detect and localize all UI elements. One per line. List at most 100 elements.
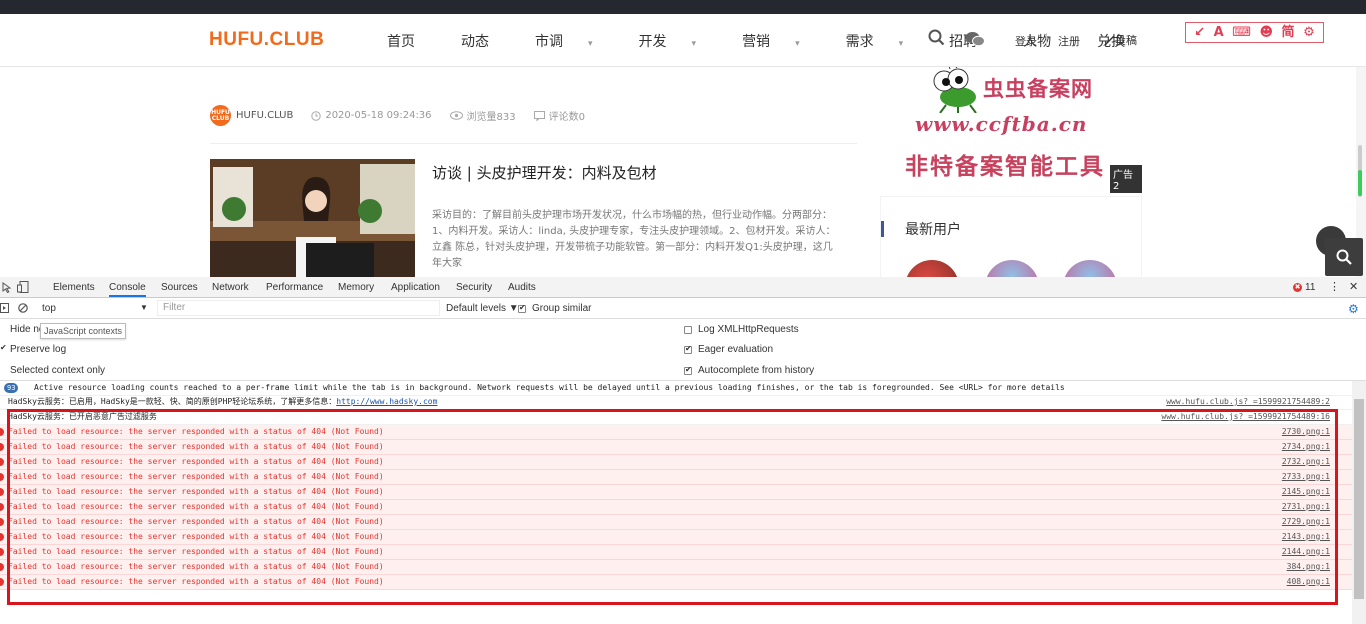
screen: HUFU.CLUB 首页 动态 市调 ▾ 开发 ▾ 营销 ▾ 需求 ▾ 招聘 人物 兑换 登录 注册 投… — [0, 0, 1366, 624]
chevron-down-icon: ▾ — [795, 39, 800, 49]
site-header: HUFU.CLUB 首页 动态 市调 ▾ 开发 ▾ 营销 ▾ 需求 ▾ 招聘 人物 兑换 登录 注册 投… — [0, 14, 1366, 67]
checkbox[interactable] — [684, 325, 692, 334]
tab-security[interactable]: Security — [456, 282, 492, 293]
error-counter[interactable]: ✖ 11 — [1293, 282, 1315, 293]
error-icon — [0, 533, 4, 541]
tab-audits[interactable]: Audits — [508, 282, 536, 293]
views-item: 浏览量833 — [449, 108, 516, 123]
option-label: Log XMLHttpRequests — [698, 324, 799, 335]
tab-memory[interactable]: Memory — [338, 282, 374, 293]
tab-application[interactable]: Application — [391, 282, 440, 293]
inspect-icon[interactable] — [2, 282, 12, 293]
float-search-button[interactable] — [1325, 238, 1363, 276]
login-link[interactable]: 登录 — [1015, 33, 1037, 49]
ad-badge: 广告2 — [1110, 165, 1142, 193]
menu-item[interactable]: 首页 — [387, 31, 438, 51]
sidebar-toggle-icon[interactable] — [0, 303, 9, 313]
article-thumbnail[interactable] — [210, 159, 415, 277]
simplified-tool[interactable]: 简 — [1282, 26, 1295, 39]
menu-item[interactable]: 市调 ▾ — [535, 31, 616, 51]
new-users-widget: 最新用户 — [880, 196, 1142, 314]
article-title[interactable]: 访谈 | 头皮护理开发：内料及包材 — [432, 162, 657, 183]
console-option[interactable]: Eager evaluation — [684, 344, 773, 355]
menu-item-label: 市调 — [535, 34, 563, 50]
error-icon — [0, 518, 4, 526]
author-name[interactable]: HUFU.CLUB — [236, 110, 293, 121]
tab-performance[interactable]: Performance — [266, 282, 323, 293]
gear-icon[interactable]: ⚙ — [1348, 302, 1359, 316]
clock-icon — [311, 110, 322, 121]
tab-network[interactable]: Network — [212, 282, 249, 293]
font-tool[interactable]: A — [1214, 26, 1224, 39]
menu-item[interactable]: 需求 ▾ — [846, 31, 927, 51]
console-option[interactable]: Selected context only — [0, 365, 105, 376]
register-link[interactable]: 注册 — [1058, 33, 1080, 49]
console-scroll-thumb[interactable] — [1354, 399, 1364, 599]
option-label: Eager evaluation — [698, 344, 774, 355]
comments-item: 评论数0 — [533, 108, 586, 123]
checkbox[interactable] — [518, 303, 526, 313]
ad-slogan: 非特备案智能工具 — [905, 154, 1105, 180]
console-toolbar: top ▼ Filter Default levels ▼ Group simi… — [0, 298, 1366, 319]
console-log-row: HadSky云服务：已启用，HadSky是一款轻、快、简的原创PHP轻论坛系统，… — [0, 395, 1352, 410]
comment-icon — [533, 110, 545, 121]
tooltip: JavaScript contexts — [40, 323, 127, 339]
menu-item[interactable]: 营销 ▾ — [742, 31, 823, 51]
filter-input[interactable]: Filter — [157, 300, 440, 316]
publish-date: 2020-05-18 09:24:36 — [325, 110, 432, 121]
close-icon[interactable]: ✕ — [1349, 280, 1358, 293]
date-item: 2020-05-18 09:24:36 — [311, 110, 432, 121]
emoji-icon[interactable]: ☻ — [1259, 26, 1273, 39]
tab-elements[interactable]: Elements — [53, 282, 95, 293]
checkbox[interactable] — [0, 366, 4, 375]
author-avatar[interactable]: HUFU CLUB — [210, 105, 231, 126]
console-option[interactable]: Log XMLHttpRequests — [684, 324, 799, 335]
menu-item-label: 首页 — [387, 34, 415, 50]
console-settings: Selected context onlyPreserve logHide ne… — [0, 319, 1366, 381]
search-icon[interactable] — [928, 29, 945, 50]
repeat-count-badge: 93 — [4, 383, 19, 393]
clear-console-icon[interactable] — [18, 303, 28, 313]
group-similar-option[interactable]: Group similar — [518, 303, 591, 314]
chevron-down-icon[interactable]: ▼ — [140, 303, 148, 312]
log-levels-dropdown[interactable]: Default levels ▼ — [446, 303, 519, 314]
site-logo[interactable]: HUFU.CLUB — [209, 29, 324, 51]
error-icon — [0, 473, 4, 481]
quill-icon — [1103, 35, 1114, 46]
console-option[interactable]: Preserve log — [0, 343, 66, 355]
checkbox[interactable] — [684, 344, 692, 354]
tab-console[interactable]: Console — [109, 282, 146, 297]
settings-icon[interactable]: ⚙ — [1303, 26, 1315, 39]
checkbox[interactable] — [0, 343, 7, 354]
checkbox[interactable] — [0, 325, 4, 334]
menu-item-label: 营销 — [742, 34, 771, 50]
chevron-down-icon: ▾ — [898, 39, 904, 49]
option-label: Group similar — [532, 303, 592, 314]
keyboard-icon[interactable]: ⌨ — [1232, 26, 1251, 39]
message-link[interactable]: http://www.hadsky.com — [336, 397, 437, 406]
ad-banner[interactable]: 虫虫备案网 www.ccftba.cn 非特备案智能工具 广告2 — [880, 67, 1142, 193]
chevron-down-icon: ▾ — [588, 39, 593, 49]
more-menu-icon[interactable]: ⋮ — [1329, 280, 1340, 293]
meta-divider — [210, 143, 857, 144]
device-toolbar-icon[interactable] — [17, 281, 29, 293]
console-message-text: Active resource loading counts reached t… — [34, 383, 1065, 392]
wechat-icon[interactable] — [965, 31, 985, 51]
menu-item-label: 需求 — [845, 34, 874, 50]
nav-divider — [1046, 33, 1047, 46]
source-link[interactable]: www.hufu.club.js?_=1599921754489:2 — [1166, 395, 1330, 409]
post-link[interactable]: 投稿 — [1102, 32, 1137, 48]
menu-item[interactable]: 动态 — [461, 31, 512, 51]
comment-count: 评论数0 — [548, 112, 586, 123]
context-selector[interactable]: top — [42, 303, 56, 314]
chevron-down-icon: ▾ — [691, 39, 697, 49]
checkbox[interactable] — [684, 365, 692, 375]
menu-item[interactable]: 开发 ▾ — [639, 31, 720, 51]
window-top-strip — [0, 0, 1366, 14]
console-option[interactable]: Autocomplete from history — [684, 365, 814, 376]
article-meta: HUFU CLUB HUFU.CLUB 2020-05-18 09:24:36 … — [210, 105, 603, 126]
console-message-text: HadSky云服务：已启用，HadSky是一款轻、快、简的原创PHP轻论坛系统，… — [8, 397, 438, 406]
collapse-icon[interactable]: ↙ — [1194, 26, 1205, 39]
ad-url: www.ccftba.cn — [915, 112, 1088, 136]
tab-sources[interactable]: Sources — [161, 282, 198, 293]
